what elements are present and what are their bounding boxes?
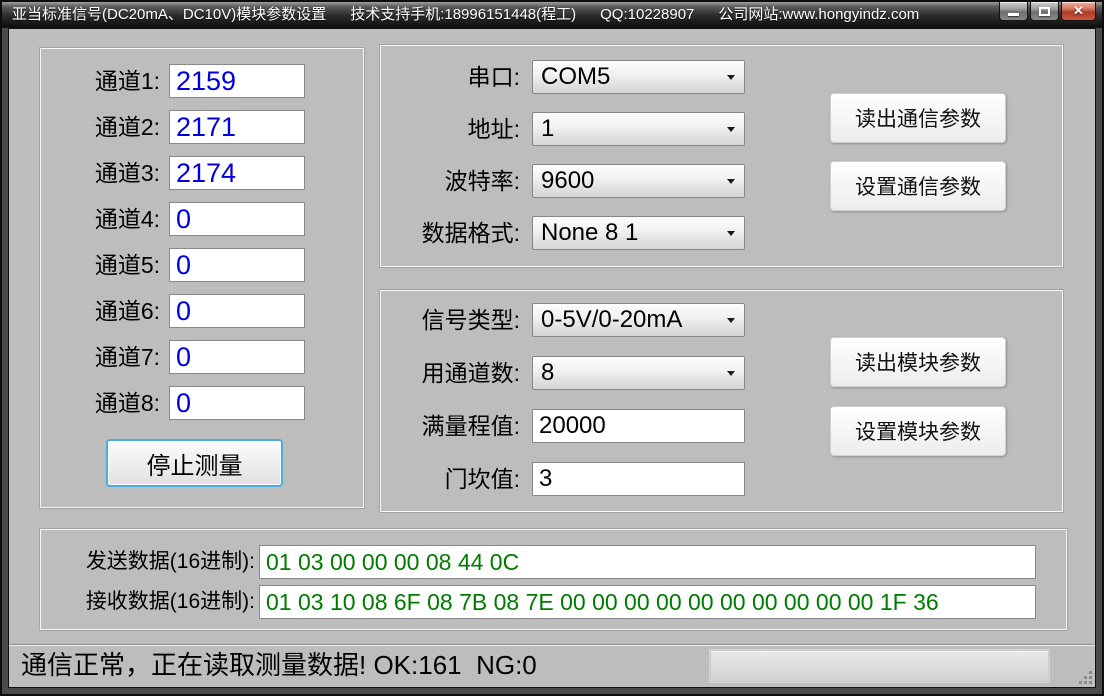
serial-port-value: COM5 [541, 61, 610, 92]
serial-port-select[interactable]: COM5 [532, 60, 745, 94]
channel-6-value-input[interactable] [169, 294, 305, 328]
signal-type-select[interactable]: 0-5V/0-20mA [532, 303, 745, 337]
threshold-input[interactable] [532, 462, 745, 496]
set-module-params-button[interactable]: 设置模块参数 [830, 406, 1006, 456]
channel-count-value: 8 [541, 357, 554, 388]
send-data-label: 发送数据(16进制): [40, 545, 255, 579]
channel-row: 通道3: [40, 156, 364, 190]
maximize-button[interactable] [1030, 2, 1059, 21]
dropdown-arrow-icon [727, 231, 735, 236]
module-field-row: 门坎值: [380, 462, 1063, 496]
channel-7-value-input[interactable] [169, 340, 305, 374]
status-bar: 通信正常，正在读取测量数据! OK:161 NG:0 [9, 644, 1095, 687]
address-value: 1 [541, 113, 554, 144]
progress-bar [710, 650, 1049, 682]
channel-8-label: 通道8: [48, 386, 160, 420]
baud-rate-label: 波特率: [380, 164, 520, 198]
channel-row: 通道2: [40, 110, 364, 144]
dropdown-arrow-icon [727, 371, 735, 376]
window-controls: ✕ [999, 2, 1096, 21]
serial-port-label: 串口: [380, 60, 520, 94]
channel-2-label: 通道2: [48, 110, 160, 144]
title-bar: 亚当标准信号(DC20mA、DC10V)模块参数设置 技术支持手机:1899615… [2, 2, 1102, 28]
channel-3-label: 通道3: [48, 156, 160, 190]
status-message: 通信正常，正在读取测量数据! OK:161 NG:0 [21, 645, 537, 686]
signal-type-value: 0-5V/0-20mA [541, 304, 682, 335]
comm-settings-groupbox: 串口: COM5 地址: 1 波特率: 9600 [379, 44, 1064, 268]
channel-5-value-input[interactable] [169, 248, 305, 282]
channel-4-value-input[interactable] [169, 202, 305, 236]
channel-row: 通道7: [40, 340, 364, 374]
send-data-input[interactable] [259, 545, 1036, 579]
dropdown-arrow-icon [727, 318, 735, 323]
close-icon: ✕ [1073, 3, 1084, 19]
channel-6-label: 通道6: [48, 294, 160, 328]
module-field-row: 信号类型: 0-5V/0-20mA [380, 303, 1063, 337]
read-module-params-button[interactable]: 读出模块参数 [830, 337, 1006, 387]
channel-3-value-input[interactable] [169, 156, 305, 190]
threshold-label: 门坎值: [380, 462, 520, 496]
comm-field-row: 串口: COM5 [380, 60, 1063, 94]
dropdown-arrow-icon [727, 127, 735, 132]
full-scale-label: 满量程值: [380, 409, 520, 443]
channel-row: 通道5: [40, 248, 364, 282]
app-window: 亚当标准信号(DC20mA、DC10V)模块参数设置 技术支持手机:1899615… [0, 0, 1104, 696]
data-io-groupbox: 发送数据(16进制): 接收数据(16进制): [39, 528, 1068, 631]
send-data-row: 发送数据(16进制): [40, 545, 1067, 579]
title-support-phone: 技术支持手机:18996151448(程工) [350, 6, 576, 23]
resize-grip-icon[interactable] [1078, 670, 1092, 684]
channel-row: 通道8: [40, 386, 364, 420]
channel-2-value-input[interactable] [169, 110, 305, 144]
channel-count-select[interactable]: 8 [532, 356, 745, 390]
data-format-label: 数据格式: [380, 216, 520, 250]
comm-field-row: 数据格式: None 8 1 [380, 216, 1063, 250]
minimize-icon [1008, 13, 1019, 16]
stop-measure-button[interactable]: 停止测量 [106, 439, 283, 487]
baud-rate-value: 9600 [541, 165, 594, 196]
data-format-select[interactable]: None 8 1 [532, 216, 745, 250]
receive-data-input[interactable] [259, 585, 1036, 619]
window-title: 亚当标准信号(DC20mA、DC10V)模块参数设置 [12, 6, 326, 23]
client-area: 通道1: 通道2: 通道3: 通道4: 通道5: 通道6: [8, 28, 1096, 688]
dropdown-arrow-icon [727, 75, 735, 80]
channel-4-label: 通道4: [48, 202, 160, 236]
dropdown-arrow-icon [727, 179, 735, 184]
module-settings-groupbox: 信号类型: 0-5V/0-20mA 用通道数: 8 满量程值: 门坎值: [379, 289, 1064, 513]
data-format-value: None 8 1 [541, 217, 638, 248]
set-comm-params-button[interactable]: 设置通信参数 [830, 161, 1006, 211]
minimize-button[interactable] [999, 2, 1028, 21]
channel-row: 通道4: [40, 202, 364, 236]
address-select[interactable]: 1 [532, 112, 745, 146]
channels-groupbox: 通道1: 通道2: 通道3: 通道4: 通道5: 通道6: [39, 47, 365, 509]
channel-5-label: 通道5: [48, 248, 160, 282]
channel-count-label: 用通道数: [380, 356, 520, 390]
title-website: 公司网站:www.hongyindz.com [718, 6, 919, 23]
channel-row: 通道1: [40, 64, 364, 98]
signal-type-label: 信号类型: [380, 303, 520, 337]
title-qq: QQ:10228907 [600, 6, 694, 23]
channel-1-label: 通道1: [48, 64, 160, 98]
baud-rate-select[interactable]: 9600 [532, 164, 745, 198]
close-button[interactable]: ✕ [1061, 2, 1096, 21]
channel-7-label: 通道7: [48, 340, 160, 374]
receive-data-label: 接收数据(16进制): [40, 585, 255, 619]
address-label: 地址: [380, 112, 520, 146]
channel-row: 通道6: [40, 294, 364, 328]
channel-8-value-input[interactable] [169, 386, 305, 420]
read-comm-params-button[interactable]: 读出通信参数 [830, 93, 1006, 143]
maximize-icon [1039, 7, 1050, 16]
full-scale-input[interactable] [532, 409, 745, 443]
receive-data-row: 接收数据(16进制): [40, 585, 1067, 619]
channel-1-value-input[interactable] [169, 64, 305, 98]
